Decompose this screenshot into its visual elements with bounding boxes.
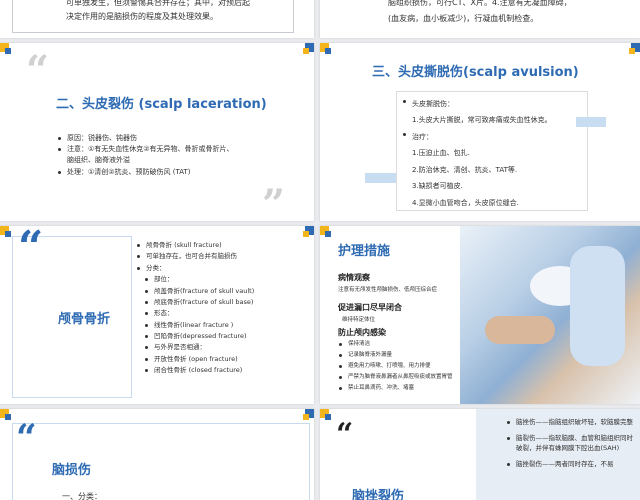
list-item: 形态： (144, 308, 311, 319)
list-item: 闭合性骨折 (closed fracture) (144, 365, 311, 376)
slide-brain-injury[interactable]: “ 脑损伤 一、分类： (0, 409, 314, 500)
infection-list: 保持清洁 记录脑脊液外漏量 避免用力咳嗽、打喷嚏、用力排便 严禁为脑脊液鼻漏者从… (338, 339, 538, 394)
list-item: 注意：①有无失血性休克②有无异物、骨折或骨折片、 (57, 144, 307, 155)
slide-title: 脑挫裂伤 (352, 489, 405, 500)
list-item: 保持清洁 (338, 339, 538, 350)
corner-decoration (303, 409, 314, 420)
exam-line-2: (血友病，血小板减少)，行凝血机制检查。 (388, 14, 539, 23)
list-item: 凹陷骨折(depressed fracture) (144, 331, 311, 342)
corner-decoration (0, 43, 11, 54)
slide-skull-fracture[interactable]: “ 颅骨骨折 颅骨骨折 (skull fracture) 可单独存在，也可合并有… (0, 226, 314, 404)
slide-title: 护理措施 (338, 244, 391, 259)
list-item: 颅骨骨折 (skull fracture) (136, 240, 311, 251)
list-item: 避免用力咳嗽、打喷嚏、用力排便 (338, 361, 538, 372)
section-heading: 促进漏口尽早闭合 (338, 303, 402, 312)
corner-decoration (303, 226, 314, 237)
open-quote-icon: “ (16, 417, 37, 459)
corner-decoration (320, 43, 331, 54)
close-quote-icon: ” (262, 181, 286, 221)
slide-brain-contusion[interactable]: “ 脑挫裂伤 脑挫伤——指脑组织破坏轻，软脑膜完整 脑裂伤——指软脑膜、血管和脑… (320, 409, 640, 500)
list-item: 脑挫裂伤——两者同时存在，不易 (506, 459, 636, 469)
accent-block (365, 173, 397, 183)
list-item: 开放性骨折 (open fracture) (144, 354, 311, 365)
list-item: 头皮撕脱伤： (402, 96, 602, 112)
corner-decoration (0, 226, 11, 237)
section-text: 注意有无颅发性颅脑损伤、低颅压综合症 (338, 287, 438, 293)
slide-scalp-intro[interactable]: 可单独发生，但须警惕其合并存在；其中，对预后起 决定作用的是脑损伤的程度及其处理… (0, 0, 314, 38)
list-item: 原因：锐器伤、钝器伤 (57, 133, 307, 144)
avulsion-list: 头皮撕脱伤： 1.头皮大片撕脱，常可致疼痛或失血性休克。 治疗： 1.压迫止血、… (402, 96, 602, 211)
list-item: 脑裂伤——指软脑膜、血管和脑组织同时破裂，并伴有蛛网膜下腔出血(SAH) (506, 433, 636, 453)
slide-scalp-laceration[interactable]: “ 二、头皮裂伤 (scalp laceration) 原因：锐器伤、钝器伤 注… (0, 43, 314, 221)
corner-decoration (320, 226, 331, 237)
slide-title: 脑损伤 (52, 463, 92, 478)
corner-decoration (629, 43, 640, 54)
list-item: 颅底骨折(fracture of skull base) (144, 297, 311, 308)
section-heading: 防止颅内感染 (338, 328, 386, 337)
open-quote-icon: “ (336, 417, 354, 452)
exam-line-1: 脑组织损伤，可行CT、X片。4.注意有无凝血障碍， (388, 0, 572, 7)
fracture-list: 颅骨骨折 (skull fracture) 可单独存在，也可合并有脑损伤 分类：… (136, 240, 311, 377)
list-item: 2.防治休克、清创、抗炎、TAT等. (412, 165, 518, 174)
slide-scalp-avulsion[interactable]: 三、头皮撕脱伤(scalp avulsion) 头皮撕脱伤： 1.头皮大片撕脱，… (320, 43, 640, 221)
slide-nursing-measures[interactable]: 护理措施 病情观察 注意有无颅发性颅脑损伤、低颅压综合症 促进漏口尽早闭合 维持… (320, 226, 640, 404)
list-item: 4.显微小血管吻合，头皮原位缝合. (412, 198, 519, 207)
list-item: 可单独存在，也可合并有脑损伤 (136, 251, 311, 262)
list-item: 线性骨折(linear fracture ) (144, 320, 311, 331)
section-heading: 病情观察 (338, 273, 370, 282)
corner-decoration (303, 43, 314, 54)
open-quote-icon: “ (18, 226, 44, 273)
list-item: 3.缺损者可植皮. (412, 182, 463, 191)
slide-title: 颅骨骨折 (58, 312, 111, 327)
list-item: 部位： (144, 274, 311, 285)
laceration-list: 原因：锐器伤、钝器伤 注意：①有无失血性休克②有无异物、骨折或骨折片、 脑组织、… (57, 133, 307, 178)
list-item: 脑挫伤——指脑组织破坏轻，软脑膜完整 (506, 417, 636, 427)
intro-line-1: 可单独发生，但须警惕其合并存在；其中，对预后起 (66, 0, 250, 7)
list-item: 处理：①清创②抗炎、预防破伤风 (TAT) (57, 167, 307, 178)
list-item: 脑组织、脑脊液外溢 (67, 156, 130, 165)
section-text: 维持特定体位 (342, 317, 376, 323)
intro-line-2: 决定作用的是脑损伤的程度及其处理效果。 (66, 12, 218, 21)
list-item: 记录脑脊液外漏量 (338, 350, 538, 361)
corner-decoration (0, 409, 11, 420)
list-item: 严禁为脑脊液鼻漏者从鼻腔吸痰或放置胃管 (338, 372, 538, 383)
slide-title: 二、头皮裂伤 (scalp laceration) (56, 97, 267, 112)
list-item: 禁止耳鼻滴药、冲洗、堵塞 (338, 383, 538, 394)
section-text: 一、分类： (62, 492, 102, 500)
list-item: 治疗： (402, 129, 602, 145)
slide-title: 三、头皮撕脱伤(scalp avulsion) (372, 65, 579, 80)
list-item: 分类： (136, 263, 311, 274)
contusion-list: 脑挫伤——指脑组织破坏轻，软脑膜完整 脑裂伤——指软脑膜、血管和脑组织同时破裂，… (506, 417, 636, 469)
list-item: 颅盖骨折(fracture of skull vault) (144, 286, 311, 297)
slide-scalp-exam[interactable]: 脑组织损伤，可行CT、X片。4.注意有无凝血障碍， (血友病，血小板减少)，行凝… (320, 0, 640, 38)
list-item: 1.头皮大片撕脱，常可致疼痛或失血性休克。 (412, 116, 552, 125)
open-quote-icon: “ (26, 47, 50, 94)
list-item: 与外界是否相通： (144, 342, 311, 353)
list-item: 1.压迫止血、包扎. (412, 149, 470, 158)
corner-decoration (320, 409, 331, 420)
